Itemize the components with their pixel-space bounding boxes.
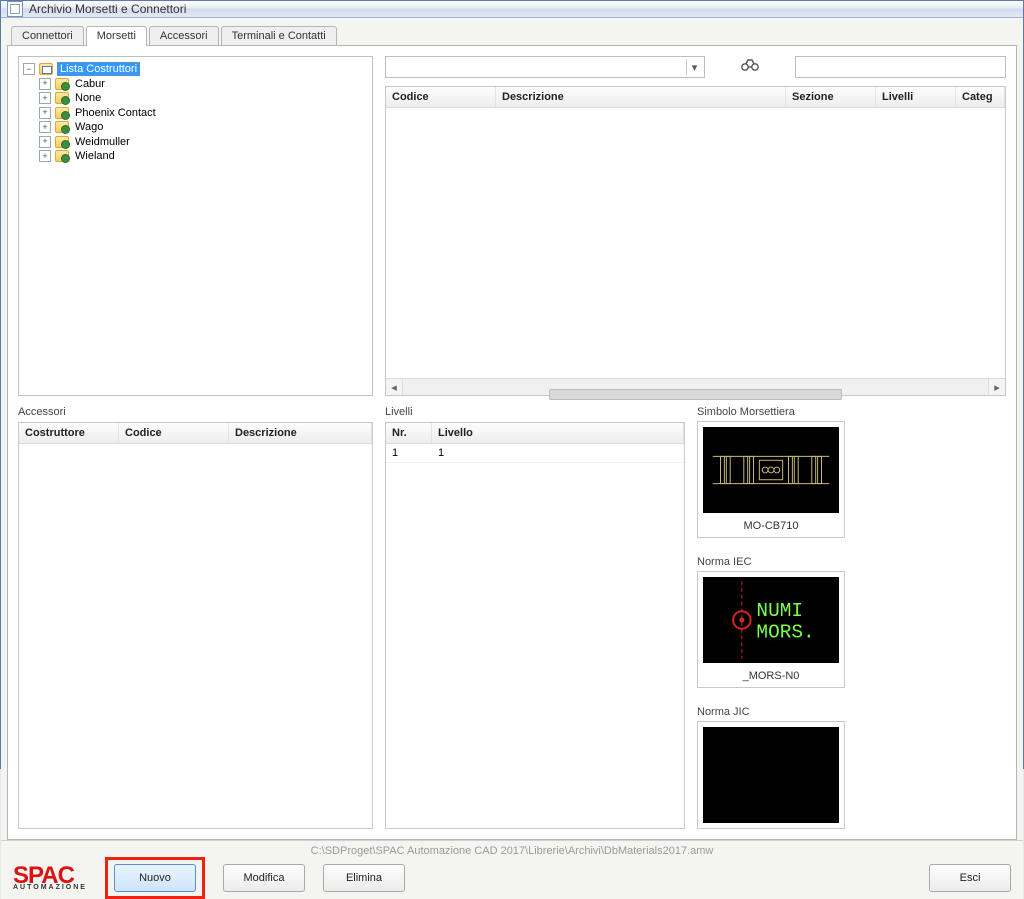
acc-col-costruttore[interactable]: Costruttore	[19, 423, 119, 443]
iec-text-1: NUMI	[756, 600, 803, 622]
tree-item-wago[interactable]: Wago	[73, 121, 105, 133]
logo-text: SPAC	[13, 866, 87, 885]
preview-simbolo-title: Simbolo Morsettiera	[697, 406, 845, 418]
preview-norma-jic: Norma JIC	[697, 706, 845, 829]
footer-path: C:\SDProget\SPAC Automazione CAD 2017\Li…	[1, 841, 1023, 857]
col-categoria[interactable]: Categ	[956, 87, 1005, 107]
logo: SPAC AUTOMAZIONE	[13, 866, 87, 891]
logo-sub: AUTOMAZIONE	[13, 885, 87, 891]
preview-simbolo-caption: MO-CB710	[698, 518, 844, 537]
modifica-button[interactable]: Modifica	[223, 864, 305, 892]
accessori-grid[interactable]: Costruttore Codice Descrizione	[18, 422, 373, 829]
scroll-right-icon[interactable]: ▸	[988, 379, 1005, 395]
filter-combo[interactable]: ▾	[385, 56, 705, 78]
grid-hscrollbar[interactable]: ◂ ▸	[386, 378, 1005, 395]
accessori-body	[19, 444, 372, 828]
livelli-body: 1 1	[386, 444, 684, 828]
tree-item-weidmuller[interactable]: Weidmuller	[73, 136, 132, 148]
tab-connettori[interactable]: Connettori	[11, 26, 84, 45]
preview-iec-title: Norma IEC	[697, 556, 845, 568]
acc-col-descrizione[interactable]: Descrizione	[229, 423, 372, 443]
liv-cell-livello: 1	[432, 444, 684, 462]
tree-expand-icon[interactable]: +	[39, 150, 51, 162]
folder-icon	[39, 63, 53, 75]
scroll-left-icon[interactable]: ◂	[386, 379, 403, 395]
tree-root-label[interactable]: Lista Costruttori	[57, 62, 140, 76]
footer: C:\SDProget\SPAC Automazione CAD 2017\Li…	[1, 840, 1023, 899]
filter-toolbar: ▾	[385, 56, 1006, 78]
tab-morsetti[interactable]: Morsetti	[86, 26, 147, 46]
tree-item-none[interactable]: None	[73, 92, 103, 104]
chevron-down-icon: ▾	[686, 59, 702, 75]
preview-jic-image	[703, 727, 839, 823]
table-row[interactable]: 1 1	[386, 444, 684, 463]
livelli-grid[interactable]: Nr. Livello 1 1	[385, 422, 685, 829]
col-livelli[interactable]: Livelli	[876, 87, 956, 107]
main-window: Archivio Morsetti e Connettori Connettor…	[0, 0, 1024, 769]
preview-norma-iec: Norma IEC NUMI MORS.	[697, 556, 845, 688]
col-sezione[interactable]: Sezione	[786, 87, 876, 107]
folder-icon	[55, 92, 69, 104]
binoculars-icon[interactable]	[741, 58, 759, 77]
app-icon	[7, 1, 23, 17]
footer-buttons: SPAC AUTOMAZIONE Nuovo Modifica Elimina …	[1, 857, 1023, 899]
folder-icon	[55, 107, 69, 119]
main-grid[interactable]: Codice Descrizione Sezione Livelli Categ…	[385, 86, 1006, 396]
highlight-nuovo: Nuovo	[105, 857, 205, 899]
tree-expand-icon[interactable]: +	[39, 121, 51, 133]
grid-header: Codice Descrizione Sezione Livelli Categ	[386, 87, 1005, 108]
panel-livelli: Livelli Nr. Livello 1 1	[385, 406, 685, 829]
nuovo-button[interactable]: Nuovo	[114, 864, 196, 892]
panel-accessori: Accessori Costruttore Codice Descrizione	[18, 406, 373, 829]
tree-expand-icon[interactable]: +	[39, 136, 51, 148]
upper-row: − Lista Costruttori + Cabur + None + Phoeni…	[18, 56, 1006, 396]
preview-jic-title: Norma JIC	[697, 706, 845, 718]
col-descrizione[interactable]: Descrizione	[496, 87, 786, 107]
liv-cell-nr: 1	[386, 444, 432, 462]
tree-item-cabur[interactable]: Cabur	[73, 78, 107, 90]
grid-body	[386, 108, 1005, 378]
tab-terminali[interactable]: Terminali e Contatti	[221, 26, 337, 45]
folder-icon	[55, 136, 69, 148]
tree-collapse-icon[interactable]: −	[23, 63, 35, 75]
right-upper: ▾ Codice Descrizione Sezione Livelli	[385, 56, 1006, 396]
tab-page-morsetti: − Lista Costruttori + Cabur + None + Phoeni…	[7, 46, 1017, 840]
esci-button[interactable]: Esci	[929, 864, 1011, 892]
tab-accessori[interactable]: Accessori	[149, 26, 219, 45]
accessori-title: Accessori	[18, 406, 373, 418]
search-input[interactable]	[795, 56, 1006, 78]
lower-row: Accessori Costruttore Codice Descrizione…	[18, 406, 1006, 829]
elimina-button[interactable]: Elimina	[323, 864, 405, 892]
folder-icon	[55, 78, 69, 90]
preview-iec-caption: _MORS-N0	[698, 668, 844, 687]
iec-text-2: MORS.	[756, 621, 814, 643]
tree-manufacturers[interactable]: − Lista Costruttori + Cabur + None + Phoeni…	[18, 56, 373, 396]
tree-expand-icon[interactable]: +	[39, 92, 51, 104]
previews-area: Simbolo Morsettiera	[697, 406, 1006, 829]
preview-simbolo-image	[703, 427, 839, 513]
tree-expand-icon[interactable]: +	[39, 107, 51, 119]
scroll-thumb[interactable]	[549, 389, 842, 400]
titlebar: Archivio Morsetti e Connettori	[1, 1, 1023, 18]
liv-col-livello[interactable]: Livello	[432, 423, 684, 443]
col-codice[interactable]: Codice	[386, 87, 496, 107]
preview-iec-image: NUMI MORS.	[703, 577, 839, 663]
window-title: Archivio Morsetti e Connettori	[29, 2, 186, 16]
livelli-title: Livelli	[385, 406, 685, 418]
tabstrip: Connettori Morsetti Accessori Terminali …	[7, 24, 1017, 46]
content-area: Connettori Morsetti Accessori Terminali …	[1, 18, 1023, 840]
folder-icon	[55, 150, 69, 162]
tree-item-wieland[interactable]: Wieland	[73, 150, 117, 162]
acc-col-codice[interactable]: Codice	[119, 423, 229, 443]
folder-icon	[55, 121, 69, 133]
tree-item-phoenix[interactable]: Phoenix Contact	[73, 107, 158, 119]
tree-expand-icon[interactable]: +	[39, 78, 51, 90]
liv-col-nr[interactable]: Nr.	[386, 423, 432, 443]
preview-simbolo: Simbolo Morsettiera	[697, 406, 845, 538]
